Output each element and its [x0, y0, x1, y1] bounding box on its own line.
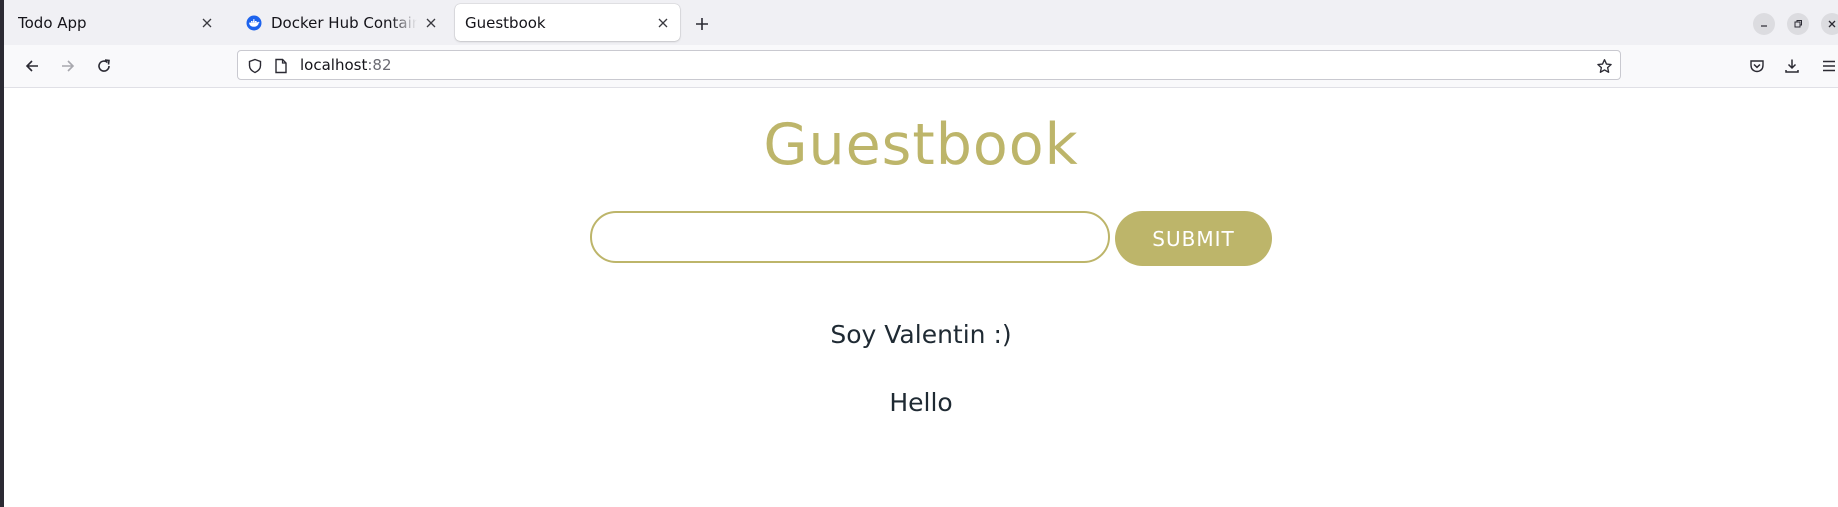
url-host: localhost: [300, 56, 368, 74]
tab-label: Todo App: [18, 13, 87, 32]
submit-button[interactable]: SUBMIT: [1115, 211, 1272, 266]
reload-button[interactable]: [89, 51, 119, 81]
guestbook-entry: Hello: [889, 388, 953, 417]
bookmark-star-icon[interactable]: [1594, 56, 1614, 76]
address-bar[interactable]: localhost:82: [237, 50, 1621, 80]
close-icon[interactable]: [417, 9, 445, 37]
new-tab-button[interactable]: [687, 9, 717, 39]
back-button[interactable]: [17, 51, 47, 81]
guestbook-entry: Soy Valentin :): [830, 320, 1012, 349]
minimize-button[interactable]: [1753, 13, 1775, 35]
page-icon[interactable]: [272, 57, 290, 75]
pocket-button[interactable]: [1742, 51, 1772, 81]
tab-todo-app[interactable]: Todo App: [8, 4, 224, 41]
forward-button[interactable]: [53, 51, 83, 81]
navigation-toolbar: localhost:82: [4, 45, 1838, 88]
browser-window: Todo App Docker Hub Container Image Libr…: [4, 0, 1838, 507]
page-title: Guestbook: [763, 112, 1079, 178]
shield-icon[interactable]: [246, 57, 264, 75]
close-icon[interactable]: [649, 9, 677, 37]
tab-strip: Todo App Docker Hub Container Image Libr…: [4, 0, 1838, 45]
page-content: Guestbook SUBMIT Soy Valentin :) Hello: [4, 88, 1838, 507]
menu-button[interactable]: [1814, 51, 1838, 81]
url-port: :82: [367, 56, 392, 74]
tab-label: Guestbook: [465, 13, 546, 32]
close-window-button[interactable]: [1821, 13, 1838, 35]
restore-button[interactable]: [1787, 13, 1809, 35]
tab-guestbook[interactable]: Guestbook: [455, 4, 680, 41]
guestbook-entry-input[interactable]: [590, 211, 1110, 263]
downloads-button[interactable]: [1777, 51, 1807, 81]
tab-label: Docker Hub Container Image Library: [271, 13, 417, 32]
docker-icon: [246, 14, 264, 32]
tab-docker-hub[interactable]: Docker Hub Container Image Library: [236, 4, 448, 41]
url-text[interactable]: localhost:82: [300, 56, 391, 74]
close-icon[interactable]: [193, 9, 221, 37]
